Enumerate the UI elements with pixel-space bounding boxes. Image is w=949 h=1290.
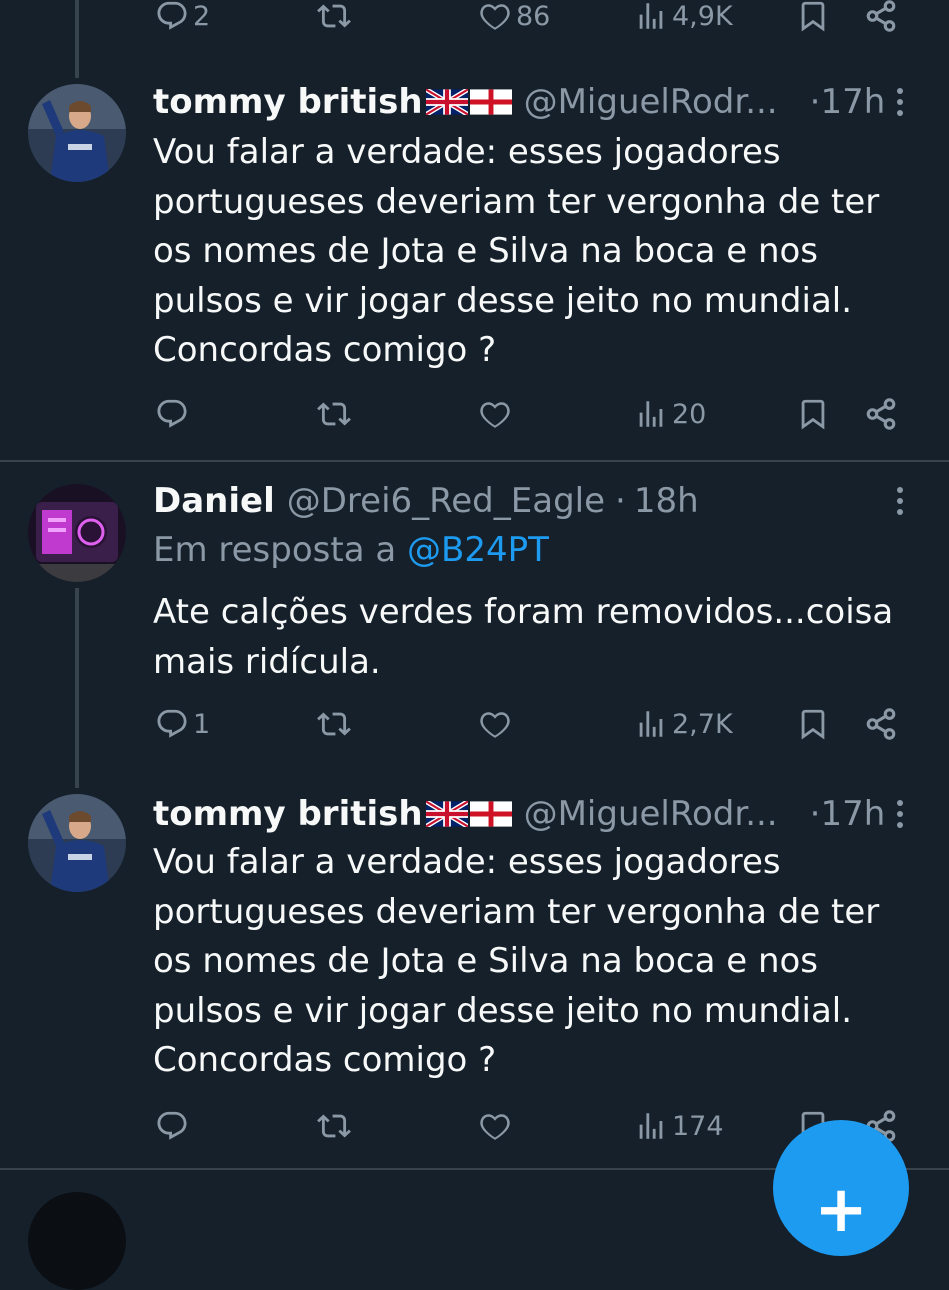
tweet-text: Vou falar a verdade: esses jogadores por… bbox=[153, 842, 880, 1080]
more-options-button[interactable] bbox=[885, 479, 915, 523]
views-count: 174 bbox=[672, 1110, 724, 1142]
share-button[interactable] bbox=[864, 0, 898, 40]
uk-flag-icon bbox=[425, 801, 468, 827]
tweet-text: Vou falar a verdade: esses jogadores por… bbox=[153, 132, 880, 370]
england-flag-icon bbox=[469, 801, 512, 827]
reply-button[interactable]: 2 bbox=[155, 0, 210, 40]
bookmark-icon bbox=[796, 397, 830, 431]
retweet-button[interactable] bbox=[317, 390, 355, 438]
like-icon bbox=[478, 1109, 512, 1143]
tweet-header: tommy british @MiguelRodr... · 17h bbox=[153, 792, 885, 836]
retweet-icon bbox=[317, 707, 351, 741]
views-button[interactable]: 4,9K bbox=[634, 0, 733, 40]
compose-button[interactable]: + bbox=[773, 1120, 909, 1256]
tweet-header: Daniel @Drei6_Red_Eagle · 18h bbox=[153, 479, 699, 523]
separator-dot: · bbox=[809, 794, 821, 834]
separator-dot: · bbox=[809, 82, 821, 122]
more-options-button[interactable] bbox=[885, 80, 915, 124]
flag-emojis bbox=[425, 89, 512, 115]
views-icon bbox=[634, 707, 668, 741]
views-count: 2,7K bbox=[672, 708, 733, 740]
separator-dot: · bbox=[615, 481, 626, 521]
bookmark-icon bbox=[796, 707, 830, 741]
like-button[interactable] bbox=[478, 1102, 516, 1150]
more-icon bbox=[897, 487, 903, 493]
share-icon bbox=[864, 397, 898, 431]
reply-button[interactable]: 1 bbox=[155, 700, 210, 748]
reply-context-label: Em resposta a bbox=[153, 530, 407, 570]
next-tweet-avatar[interactable] bbox=[28, 1192, 126, 1290]
display-name[interactable]: tommy british bbox=[153, 82, 423, 122]
tweet-actions: 2 86 4,9K bbox=[0, 0, 949, 40]
avatar[interactable] bbox=[28, 484, 126, 582]
thread-line bbox=[75, 588, 79, 788]
share-icon bbox=[864, 707, 898, 741]
retweet-icon bbox=[317, 0, 351, 33]
display-name[interactable]: Daniel bbox=[153, 481, 275, 521]
retweet-icon bbox=[317, 1109, 351, 1143]
like-button[interactable]: 86 bbox=[478, 0, 550, 40]
views-icon bbox=[634, 397, 668, 431]
more-icon bbox=[897, 88, 903, 94]
avatar[interactable] bbox=[28, 794, 126, 892]
like-icon bbox=[478, 397, 512, 431]
views-icon bbox=[634, 0, 668, 33]
retweet-button[interactable] bbox=[317, 0, 355, 40]
tweet-text: Ate calções verdes foram removidos...coi… bbox=[153, 592, 894, 682]
views-button[interactable]: 174 bbox=[634, 1102, 724, 1150]
like-icon bbox=[478, 0, 512, 33]
views-count: 20 bbox=[672, 398, 707, 430]
share-button[interactable] bbox=[864, 700, 898, 748]
retweet-button[interactable] bbox=[317, 700, 355, 748]
bookmark-button[interactable] bbox=[796, 390, 830, 438]
compose-icon: + bbox=[814, 1173, 868, 1247]
tweet-actions: 1 2,7K bbox=[0, 700, 949, 748]
flag-emojis bbox=[425, 801, 512, 827]
share-button[interactable] bbox=[864, 390, 898, 438]
more-icon bbox=[897, 800, 903, 806]
views-count: 4,9K bbox=[672, 0, 733, 32]
bookmark-button[interactable] bbox=[796, 0, 830, 40]
retweet-button[interactable] bbox=[317, 1102, 355, 1150]
retweet-icon bbox=[317, 397, 351, 431]
like-button[interactable] bbox=[478, 700, 516, 748]
reply-icon bbox=[155, 0, 189, 33]
like-button[interactable] bbox=[478, 390, 516, 438]
user-handle[interactable]: @MiguelRodr... bbox=[524, 82, 778, 122]
more-options-button[interactable] bbox=[885, 792, 915, 836]
reply-icon bbox=[155, 707, 189, 741]
england-flag-icon bbox=[469, 89, 512, 115]
display-name[interactable]: tommy british bbox=[153, 794, 423, 834]
timestamp[interactable]: 18h bbox=[634, 481, 699, 521]
uk-flag-icon bbox=[425, 89, 468, 115]
user-handle[interactable]: @Drei6_Red_Eagle bbox=[287, 481, 605, 521]
bookmark-icon bbox=[796, 0, 830, 33]
timestamp[interactable]: 17h bbox=[820, 794, 885, 834]
divider bbox=[0, 460, 949, 462]
share-icon bbox=[864, 0, 898, 33]
tweet-actions: 20 bbox=[0, 390, 949, 438]
views-button[interactable]: 2,7K bbox=[634, 700, 733, 748]
bookmark-button[interactable] bbox=[796, 700, 830, 748]
reply-count: 2 bbox=[193, 0, 211, 32]
reply-context: Em resposta a @B24PT bbox=[153, 530, 549, 570]
timestamp[interactable]: 17h bbox=[820, 82, 885, 122]
user-handle[interactable]: @MiguelRodr... bbox=[524, 794, 778, 834]
tweet-header: tommy british @MiguelRodr... · 17h bbox=[153, 80, 885, 124]
reply-count: 1 bbox=[193, 708, 211, 740]
reply-button[interactable] bbox=[155, 390, 193, 438]
reply-icon bbox=[155, 397, 189, 431]
views-icon bbox=[634, 1109, 668, 1143]
views-button[interactable]: 20 bbox=[634, 390, 706, 438]
reply-mention-link[interactable]: @B24PT bbox=[407, 530, 549, 570]
reply-icon bbox=[155, 1109, 189, 1143]
avatar[interactable] bbox=[28, 84, 126, 182]
like-count: 86 bbox=[516, 0, 551, 32]
reply-button[interactable] bbox=[155, 1102, 193, 1150]
like-icon bbox=[478, 707, 512, 741]
